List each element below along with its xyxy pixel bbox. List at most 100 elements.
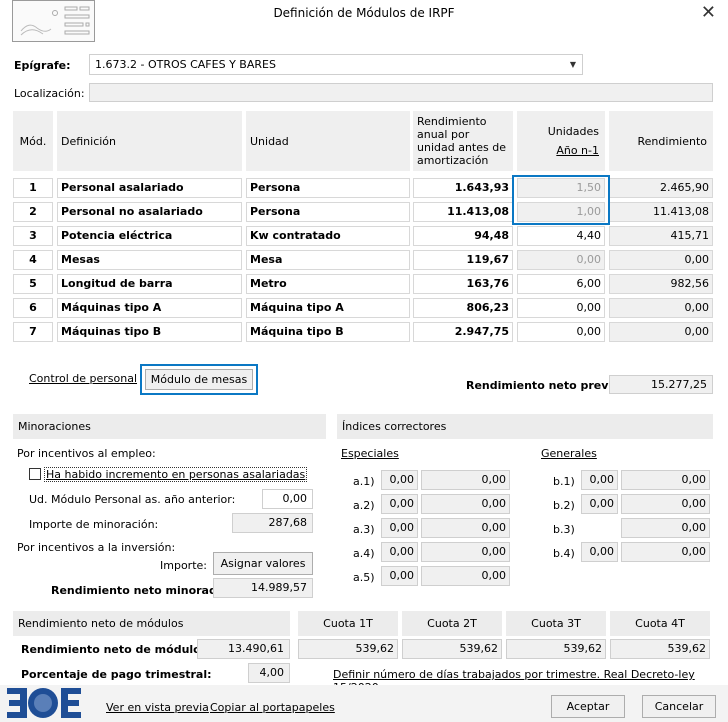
indice-label: a.3) bbox=[353, 523, 375, 536]
cuota-header: Cuota 1T bbox=[298, 611, 398, 636]
localizacion-field bbox=[89, 83, 713, 102]
indice-value-field: 0,00 bbox=[421, 566, 510, 586]
cell-unidades[interactable]: 0,00 bbox=[517, 322, 605, 342]
header-mod: Mód. bbox=[13, 111, 53, 171]
rend-minorado-value: 14.989,57 bbox=[213, 578, 313, 598]
focus-highlight bbox=[512, 175, 610, 225]
incremento-checkbox[interactable] bbox=[29, 468, 41, 480]
rend-minorado-label: Rendimiento neto minorado: bbox=[51, 584, 229, 597]
indice-value-field: 0,00 bbox=[621, 542, 710, 562]
cell-unidad: Metro bbox=[246, 274, 410, 294]
epigrafe-value: 1.673.2 - OTROS CAFES Y BARES bbox=[95, 58, 276, 71]
cell-mod: 4 bbox=[13, 250, 53, 270]
cell-mod: 6 bbox=[13, 298, 53, 318]
indice-value-field: 0,00 bbox=[621, 518, 710, 538]
indice-value-field: 0,00 bbox=[621, 494, 710, 514]
cell-rend-anual: 1.643,93 bbox=[413, 178, 513, 198]
aceptar-button[interactable]: Aceptar bbox=[551, 695, 625, 718]
cell-rendimiento: 415,71 bbox=[609, 226, 713, 246]
ud-modulo-input[interactable]: 0,00 bbox=[262, 489, 313, 509]
window-title: Definición de Módulos de IRPF bbox=[273, 6, 455, 20]
header-unidades: Unidades Año n-1 bbox=[517, 111, 605, 171]
importe-label: Importe: bbox=[160, 559, 207, 572]
header-unidad: Unidad bbox=[246, 111, 410, 171]
cell-definicion: Personal asalariado bbox=[57, 178, 242, 198]
close-icon[interactable]: ✕ bbox=[701, 2, 716, 23]
rend-modulos-label: Rendimiento neto de módulos: bbox=[21, 643, 212, 656]
anio-n1-link[interactable]: Año n-1 bbox=[556, 144, 599, 157]
cell-rend-anual: 119,67 bbox=[413, 250, 513, 270]
cell-unidades[interactable]: 0,00 bbox=[517, 298, 605, 318]
rend-modulos-header: Rendimiento neto de módulos bbox=[13, 611, 290, 636]
vista-previa-link[interactable]: Ver en vista previa bbox=[106, 701, 209, 714]
cell-rendimiento: 0,00 bbox=[609, 250, 713, 270]
header-definicion: Definición bbox=[57, 111, 242, 171]
cell-mod: 3 bbox=[13, 226, 53, 246]
empleo-label: Por incentivos al empleo: bbox=[17, 447, 156, 460]
indice-label: a.4) bbox=[353, 547, 375, 560]
rend-neto-previo-label: Rendimiento neto previo: bbox=[466, 379, 625, 392]
chevron-down-icon[interactable]: ▼ bbox=[564, 55, 582, 74]
cuota-value: 539,62 bbox=[298, 639, 398, 659]
cell-unidad: Máquina tipo B bbox=[246, 322, 410, 342]
cell-unidades[interactable]: 4,40 bbox=[517, 226, 605, 246]
cell-rendimiento: 0,00 bbox=[609, 298, 713, 318]
generales-link[interactable]: Generales bbox=[541, 447, 597, 460]
epigrafe-label: Epígrafe: bbox=[14, 59, 71, 72]
cell-rend-anual: 163,76 bbox=[413, 274, 513, 294]
indice-coef-field: 0,00 bbox=[381, 566, 418, 586]
header-rendimiento: Rendimiento bbox=[609, 111, 713, 171]
indice-label: b.1) bbox=[553, 475, 575, 488]
importe-minoracion-label: Importe de minoración: bbox=[29, 518, 159, 531]
indice-value-field: 0,00 bbox=[421, 542, 510, 562]
indices-header: Índices correctores bbox=[337, 414, 713, 439]
especiales-link[interactable]: Especiales bbox=[341, 447, 399, 460]
cancelar-button[interactable]: Cancelar bbox=[642, 695, 716, 718]
cell-rend-anual: 2.947,75 bbox=[413, 322, 513, 342]
indice-label: b.2) bbox=[553, 499, 575, 512]
ud-modulo-label: Ud. Módulo Personal as. año anterior: bbox=[29, 493, 236, 506]
cell-unidad: Mesa bbox=[246, 250, 410, 270]
cell-mod: 7 bbox=[13, 322, 53, 342]
cell-unidad: Máquina tipo A bbox=[246, 298, 410, 318]
indice-value-field: 0,00 bbox=[421, 518, 510, 538]
indice-label: a.5) bbox=[353, 571, 375, 584]
localizacion-label: Localización: bbox=[14, 87, 85, 100]
rend-neto-previo-value: 15.277,25 bbox=[609, 375, 713, 394]
header-unidades-label: Unidades bbox=[547, 125, 599, 138]
indice-coef-field: 0,00 bbox=[581, 470, 618, 490]
indice-value-field: 0,00 bbox=[421, 494, 510, 514]
cuota-header: Cuota 3T bbox=[506, 611, 606, 636]
cell-mod: 5 bbox=[13, 274, 53, 294]
incremento-checkbox-label[interactable]: Ha habido incremento en personas asalari… bbox=[44, 467, 308, 482]
cell-mod: 2 bbox=[13, 202, 53, 222]
control-personal-link[interactable]: Control de personal bbox=[29, 372, 137, 385]
cell-rendimiento: 11.413,08 bbox=[609, 202, 713, 222]
cell-definicion: Máquinas tipo A bbox=[57, 298, 242, 318]
cell-definicion: Personal no asalariado bbox=[57, 202, 242, 222]
header-rend-anual: Rendimiento anual por unidad antes de am… bbox=[413, 111, 513, 171]
cell-definicion: Mesas bbox=[57, 250, 242, 270]
cell-definicion: Máquinas tipo B bbox=[57, 322, 242, 342]
rend-modulos-value: 13.490,61 bbox=[197, 639, 290, 659]
indice-value-field: 0,00 bbox=[421, 470, 510, 490]
cell-rend-anual: 11.413,08 bbox=[413, 202, 513, 222]
modulo-mesas-button[interactable]: Módulo de mesas bbox=[145, 369, 253, 390]
minoraciones-header: Minoraciones bbox=[13, 414, 326, 439]
indice-value-field: 0,00 bbox=[621, 470, 710, 490]
indice-coef-field: 0,00 bbox=[381, 542, 418, 562]
indice-label: b.4) bbox=[553, 547, 575, 560]
cuota-value: 539,62 bbox=[506, 639, 606, 659]
cell-mod: 1 bbox=[13, 178, 53, 198]
inversion-label: Por incentivos a la inversión: bbox=[17, 541, 176, 554]
cell-unidades[interactable]: 6,00 bbox=[517, 274, 605, 294]
asignar-valores-button[interactable]: Asignar valores bbox=[213, 552, 313, 575]
importe-minoracion-value: 287,68 bbox=[232, 513, 313, 533]
indice-label: b.3) bbox=[553, 523, 575, 536]
cell-rendimiento: 982,56 bbox=[609, 274, 713, 294]
copiar-link[interactable]: Copiar al portapapeles bbox=[210, 701, 335, 714]
cell-unidad: Persona bbox=[246, 202, 410, 222]
epigrafe-select[interactable]: 1.673.2 - OTROS CAFES Y BARES ▼ bbox=[89, 54, 583, 75]
cell-rendimiento: 2.465,90 bbox=[609, 178, 713, 198]
cuota-value: 539,62 bbox=[402, 639, 502, 659]
